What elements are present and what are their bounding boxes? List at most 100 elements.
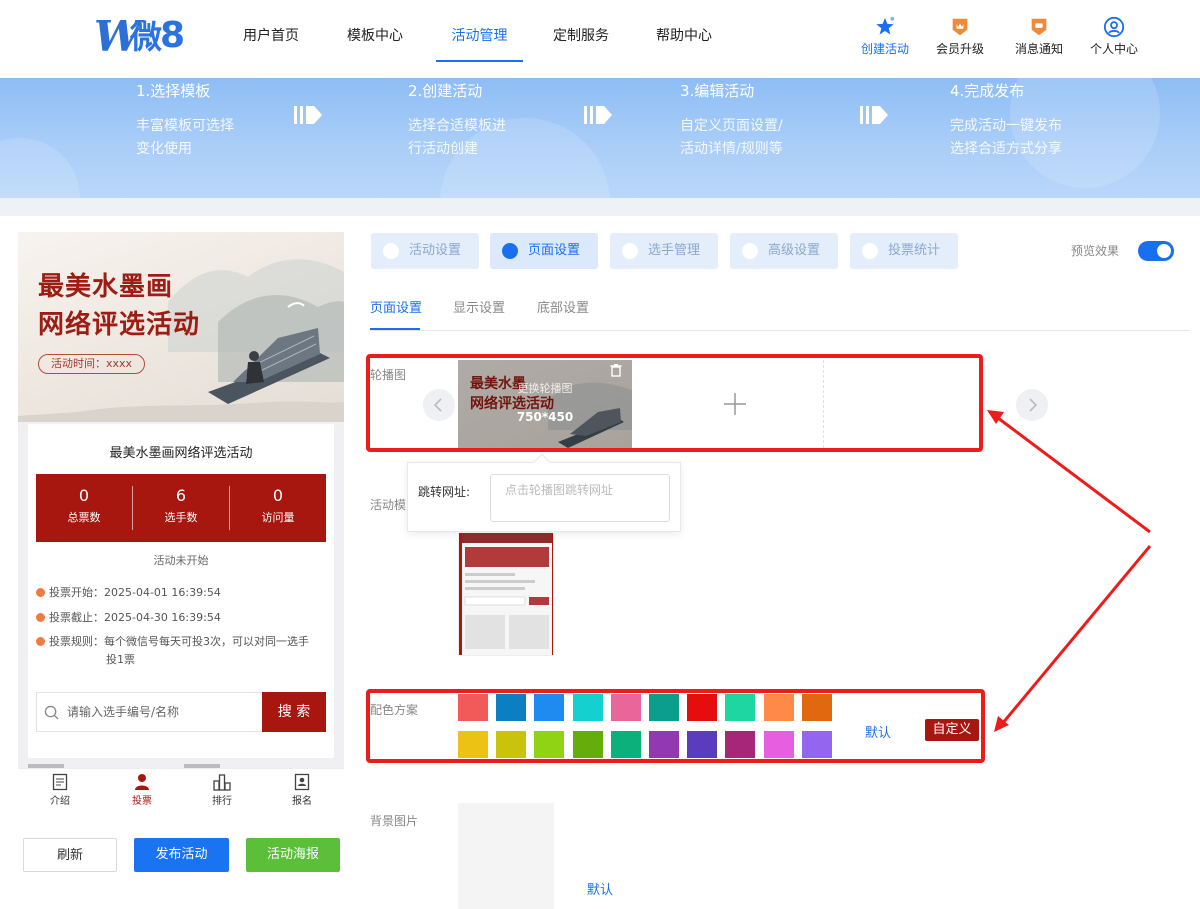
chevron-right-icon xyxy=(1029,398,1038,412)
mobile-preview: 最美水墨画 网络评选活动 活动时间：xxxx 最美水墨画网络评选活动 0 总票数… xyxy=(18,232,344,810)
preview-effect-toggle[interactable] xyxy=(1138,241,1174,261)
nav-activity-management[interactable]: 活动管理 xyxy=(436,0,523,62)
tab-page-settings[interactable]: 页面设置 xyxy=(490,233,598,269)
stat-total-votes: 0 总票数 xyxy=(67,486,101,524)
bullet-dot xyxy=(36,613,45,622)
publish-activity-button[interactable]: 发布活动 xyxy=(134,838,229,872)
background-image-slot[interactable] xyxy=(458,803,554,909)
subtab-display-settings[interactable]: 显示设置 xyxy=(453,297,505,316)
step-desc: 自定义页面设置/活动详情/规则等 xyxy=(680,118,783,157)
tab-intro[interactable]: 介绍 xyxy=(30,773,90,807)
background-default-option[interactable]: 默认 xyxy=(587,879,613,898)
layout-icon xyxy=(502,243,518,259)
logo-wei: 微 xyxy=(130,18,163,56)
step-title: 4.完成发布 xyxy=(950,82,1025,100)
tab-activity-settings[interactable]: 活动设置 xyxy=(371,233,479,269)
signup-icon xyxy=(294,773,310,791)
mobile-tabbar: 介绍 投票 排行 报名 xyxy=(18,768,344,810)
personal-center-tool[interactable]: 个人中心 xyxy=(1082,16,1146,57)
search-button[interactable]: 搜 索 xyxy=(262,692,326,732)
jump-url-popup: 跳转网址: 点击轮播图跳转网址 xyxy=(407,453,681,532)
activity-poster-button[interactable]: 活动海报 xyxy=(246,838,340,872)
create-activity-label: 创建活动 xyxy=(860,42,909,56)
step-3: 3.编辑活动 自定义页面设置/活动详情/规则等 xyxy=(680,80,783,161)
step-arrow-icon xyxy=(584,106,612,124)
create-activity-tool[interactable]: 创建活动 xyxy=(853,16,917,57)
statistics-icon xyxy=(862,243,878,259)
annotation-arrow-line xyxy=(1000,545,1152,725)
bullet-dot xyxy=(36,588,45,597)
message-notice-tool[interactable]: 消息通知 xyxy=(1007,16,1071,57)
step-desc: 完成活动一键发布 选择合适方式分享 xyxy=(950,118,1062,157)
tab-vote[interactable]: 投票 xyxy=(112,773,172,807)
cover-title: 最美水墨画 网络评选活动 xyxy=(38,272,201,340)
subtab-footer-settings[interactable]: 底部设置 xyxy=(537,297,589,316)
step-desc: 丰富模板可选择 变化使用 xyxy=(136,118,234,157)
preview-effect-label: 预览效果 xyxy=(1071,244,1120,258)
tab-signup[interactable]: 报名 xyxy=(272,773,332,807)
tab-advanced-settings[interactable]: 高级设置 xyxy=(730,233,838,269)
message-notice-label: 消息通知 xyxy=(1014,42,1063,56)
person-icon xyxy=(135,774,149,790)
vote-rule-row: 投票规则：每个微信号每天可投3次，可以对同一选手 投1票 xyxy=(36,633,326,669)
annotation-arrow-line xyxy=(997,416,1151,534)
refresh-button[interactable]: 刷新 xyxy=(23,838,117,872)
section-divider xyxy=(0,198,1200,216)
site-logo[interactable]: W 微 8 xyxy=(94,14,194,60)
personal-center-label: 个人中心 xyxy=(1089,42,1138,56)
step-arrow-icon xyxy=(294,106,322,124)
tab-contestant-management[interactable]: 选手管理 xyxy=(610,233,718,269)
process-banner: 1.选择模板 丰富模板可选择 变化使用 2.创建活动 选择合适模板进 行活动创建 3… xyxy=(0,78,1200,198)
document-icon xyxy=(52,773,68,791)
step-title: 1.选择模板 xyxy=(136,82,211,100)
tab-ranking[interactable]: 排行 xyxy=(192,773,252,807)
vote-start-row: 投票开始：2025-04-01 16:39:54 xyxy=(36,584,221,602)
cover-time-tag: 活动时间：xxxx xyxy=(38,354,146,374)
jump-url-input[interactable]: 点击轮播图跳转网址 xyxy=(490,474,670,522)
step-desc: 选择合适模板进 行活动创建 xyxy=(408,118,506,157)
subtab-divider xyxy=(370,330,1190,331)
highlight-carousel-box xyxy=(366,354,983,452)
tab-vote-statistics[interactable]: 投票统计 xyxy=(850,233,958,269)
banner-decoration xyxy=(0,138,80,198)
subtab-page-settings[interactable]: 页面设置 xyxy=(370,297,422,316)
annotation-arrowhead xyxy=(994,716,1009,732)
activity-title: 最美水墨画网络评选活动 xyxy=(109,446,253,461)
vote-end-row: 投票截止：2025-04-30 16:39:54 xyxy=(36,609,221,627)
crown-badge-icon xyxy=(952,18,968,36)
nav-template-center[interactable]: 模板中心 xyxy=(347,0,403,62)
nav-custom-service[interactable]: 定制服务 xyxy=(553,0,609,62)
user-circle-icon xyxy=(1103,16,1125,38)
step-1: 1.选择模板 丰富模板可选择 变化使用 xyxy=(136,80,234,161)
stat-visits: 0 访问量 xyxy=(261,486,295,524)
activity-info-card: 最美水墨画网络评选活动 0 总票数 6 选手数 0 访问量 活动未开始 投票开始… xyxy=(28,424,334,758)
contestant-search: 请输入选手编号/名称 搜 索 xyxy=(36,692,326,732)
popup-caret xyxy=(533,453,551,471)
jump-url-label: 跳转网址: xyxy=(418,485,471,499)
member-upgrade-label: 会员升级 xyxy=(935,42,984,56)
highlight-color-scheme-box xyxy=(366,689,985,763)
step-title: 3.编辑活动 xyxy=(680,82,755,100)
nav-help-center[interactable]: 帮助中心 xyxy=(656,0,712,62)
ranking-icon xyxy=(213,774,231,791)
activity-template-thumbnail[interactable] xyxy=(458,532,554,656)
logo-eight: 8 xyxy=(160,15,186,56)
member-upgrade-tool[interactable]: 会员升级 xyxy=(928,16,992,57)
stat-contestants: 6 选手数 xyxy=(164,486,198,524)
user-icon xyxy=(622,243,638,259)
step-arrow-icon xyxy=(860,106,888,124)
background-image-label: 背景图片 xyxy=(370,814,419,828)
activity-status: 活动未开始 xyxy=(153,554,209,567)
advanced-icon xyxy=(742,243,758,259)
star-icon xyxy=(876,16,895,35)
bullet-dot xyxy=(36,637,45,646)
search-input[interactable]: 请输入选手编号/名称 xyxy=(67,693,179,731)
nav-user-home[interactable]: 用户首页 xyxy=(243,0,299,62)
bell-badge-icon xyxy=(1031,18,1047,36)
step-2: 2.创建活动 选择合适模板进 行活动创建 xyxy=(408,80,506,161)
stats-panel: 0 总票数 6 选手数 0 访问量 xyxy=(36,474,326,542)
template-preview-graphic xyxy=(459,533,553,655)
carousel-next-button[interactable] xyxy=(1016,389,1048,421)
top-header: W 微 8 用户首页 模板中心 活动管理 定制服务 帮助中心 创建活动 会员升级… xyxy=(0,0,1200,78)
cover-image: 最美水墨画 网络评选活动 活动时间：xxxx xyxy=(18,232,344,422)
